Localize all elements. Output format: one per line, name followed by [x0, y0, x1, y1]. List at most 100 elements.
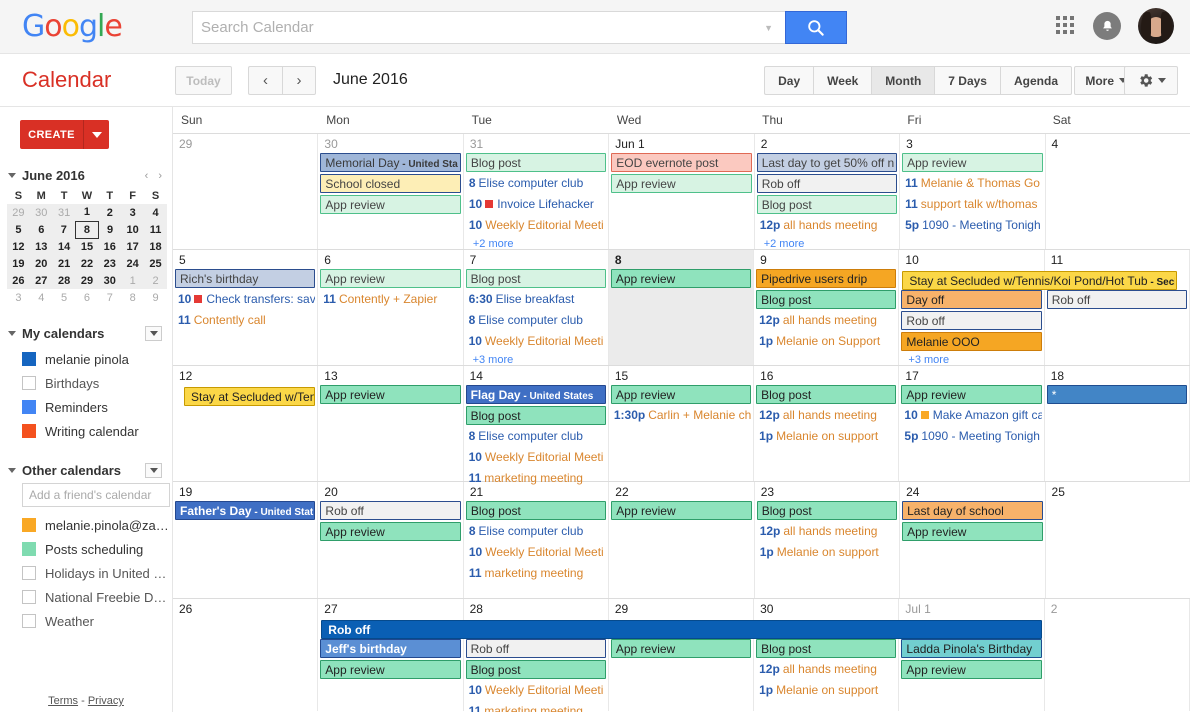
- calendar-event[interactable]: 10 Check transfers: sav: [175, 290, 315, 309]
- mini-day-31[interactable]: 31: [52, 204, 76, 221]
- calendar-color-swatch[interactable]: [22, 518, 36, 532]
- day-number[interactable]: 15: [609, 366, 753, 385]
- calendar-event[interactable]: 1p Melanie on Support: [756, 332, 896, 351]
- calendar-event[interactable]: Ladda Pinola's Birthday: [901, 639, 1042, 658]
- mini-day-8[interactable]: 8: [75, 220, 99, 239]
- mini-day-11[interactable]: 11: [144, 221, 167, 238]
- day-cell-12[interactable]: 12: [173, 366, 319, 481]
- mini-day-6[interactable]: 6: [76, 289, 99, 306]
- day-number[interactable]: 8: [609, 250, 753, 269]
- calendar-event[interactable]: 8 Elise computer club: [466, 174, 606, 193]
- mini-day-24[interactable]: 24: [121, 255, 145, 272]
- calendar-event[interactable]: Father's Day - United Stat: [175, 501, 316, 520]
- calendar-event[interactable]: App review: [320, 269, 461, 288]
- my-calendars-options-button[interactable]: [145, 326, 162, 341]
- calendar-event[interactable]: App review: [320, 195, 461, 214]
- calendar-event[interactable]: App review: [901, 660, 1042, 679]
- mini-day-13[interactable]: 13: [29, 238, 53, 255]
- mini-day-17[interactable]: 17: [121, 238, 145, 255]
- mini-day-27[interactable]: 27: [29, 272, 53, 289]
- day-number[interactable]: 3: [900, 134, 1044, 153]
- mini-day-25[interactable]: 25: [144, 255, 167, 272]
- calendar-event[interactable]: 10 Weekly Editorial Meeti: [466, 332, 606, 351]
- mini-day-2[interactable]: 2: [98, 204, 122, 221]
- calendar-event[interactable]: Blog post: [756, 639, 897, 658]
- calendar-event[interactable]: App review: [320, 522, 461, 541]
- day-number[interactable]: 30: [318, 134, 462, 153]
- mini-day-5[interactable]: 5: [53, 289, 76, 306]
- collapse-triangle-icon[interactable]: [8, 173, 16, 178]
- calendar-event[interactable]: Blog post: [465, 406, 606, 425]
- mini-day-9[interactable]: 9: [98, 221, 122, 238]
- calendar-event[interactable]: 5p 1090 - Meeting Tonigh: [901, 427, 1041, 446]
- mini-day-6[interactable]: 6: [29, 221, 53, 238]
- calendar-event[interactable]: 12p all hands meeting: [756, 311, 896, 330]
- day-number[interactable]: 2: [1045, 599, 1189, 618]
- prev-month-button[interactable]: ‹: [248, 66, 282, 95]
- day-number[interactable]: 4: [1046, 134, 1190, 153]
- calendar-event[interactable]: App review: [611, 174, 752, 193]
- mini-day-7[interactable]: 7: [98, 289, 121, 306]
- calendar-event[interactable]: 11 marketing meeting: [466, 564, 606, 583]
- mini-day-28[interactable]: 28: [52, 272, 76, 289]
- calendar-event[interactable]: App review: [610, 639, 752, 658]
- calendar-event[interactable]: 10 Weekly Editorial Meeti: [466, 448, 606, 467]
- mini-prev-button[interactable]: ‹: [145, 170, 149, 182]
- day-number[interactable]: 5: [173, 250, 317, 269]
- day-cell-2[interactable]: 2 Last day to get 50% off n Rob off Blog po…: [755, 134, 901, 250]
- calendar-event[interactable]: Rob off: [320, 501, 461, 520]
- calendar-event[interactable]: *: [1046, 385, 1187, 404]
- collapse-triangle-icon[interactable]: [8, 468, 16, 473]
- day-cell-24[interactable]: 24 Last day of school App review: [900, 482, 1046, 598]
- calendar-checkbox[interactable]: [22, 614, 36, 628]
- calendar-event[interactable]: 11 Melanie & Thomas Go: [902, 174, 1042, 193]
- calendar-event[interactable]: 1:30p Carlin + Melanie ch: [611, 406, 751, 425]
- calendar-event[interactable]: 11 Contently + Zapier: [320, 290, 460, 309]
- day-cell-Jul-1[interactable]: Jul 1 Ladda Pinola's Birthday App review: [899, 599, 1045, 711]
- calendar-event[interactable]: 12p all hands meeting: [757, 522, 897, 541]
- day-number[interactable]: 24: [900, 482, 1044, 501]
- day-cell-8[interactable]: 8 App review: [608, 250, 755, 365]
- mini-day-4[interactable]: 4: [30, 289, 53, 306]
- calendar-event[interactable]: Pipedrive users drip: [756, 269, 897, 288]
- day-cell-11[interactable]: 11 Rob off: [1045, 250, 1190, 365]
- calendar-event[interactable]: Rich's birthday: [175, 269, 316, 288]
- day-cell-6[interactable]: 6 App review 11 Contently + Zapier: [318, 250, 464, 365]
- calendar-event[interactable]: Blog post: [465, 153, 607, 172]
- day-cell-17[interactable]: 17 App review 10 Make Amazon gift ca 5p 1090 …: [899, 366, 1045, 481]
- day-cell-20[interactable]: 20 Rob off App review: [318, 482, 464, 598]
- mini-day-3[interactable]: 3: [7, 289, 30, 306]
- mini-day-16[interactable]: 16: [98, 238, 122, 255]
- search-input[interactable]: Search Calendar ▼: [192, 11, 785, 44]
- day-number[interactable]: 13: [318, 366, 462, 385]
- apps-grid-icon[interactable]: [1056, 16, 1076, 36]
- day-number[interactable]: 29: [173, 134, 317, 153]
- day-cell-21[interactable]: 21 Blog post 8 Elise computer club 10 Weekly …: [464, 482, 610, 598]
- other-calendars-options-button[interactable]: [145, 463, 162, 478]
- mini-day-20[interactable]: 20: [29, 255, 53, 272]
- day-number[interactable]: 19: [173, 482, 317, 501]
- day-cell-10[interactable]: 10 Day off Rob off Melanie OOO +3 more: [899, 250, 1045, 366]
- create-button[interactable]: CREATE: [20, 120, 109, 149]
- day-cell-19[interactable]: 19 Father's Day - United Stat: [173, 482, 319, 598]
- day-number[interactable]: 12: [173, 366, 317, 385]
- calendar-event[interactable]: Rob off: [465, 639, 606, 658]
- calendar-event[interactable]: App review: [320, 385, 461, 404]
- calendar-event[interactable]: 10 Make Amazon gift ca: [901, 406, 1041, 425]
- day-cell-16[interactable]: 16 Blog post 12p all hands meeting 1p Melanie…: [754, 366, 900, 481]
- day-number[interactable]: 9: [754, 250, 898, 269]
- calendar-list-item[interactable]: Posts scheduling: [8, 537, 172, 561]
- mini-day-7[interactable]: 7: [52, 221, 76, 238]
- calendar-event[interactable]: Jeff's birthday: [320, 639, 461, 658]
- calendar-event[interactable]: 10 Invoice Lifehacker: [466, 195, 606, 214]
- day-cell-30[interactable]: 30 Blog post 12p all hands meeting 1p Melanie…: [754, 599, 900, 711]
- calendar-event[interactable]: Last day of school: [902, 501, 1043, 520]
- calendar-event[interactable]: Memorial Day - United Sta: [320, 153, 461, 172]
- day-number[interactable]: 30: [754, 599, 898, 618]
- calendar-event[interactable]: 10 Weekly Editorial Meeti: [466, 543, 606, 562]
- day-number[interactable]: 26: [173, 599, 317, 618]
- day-cell-29[interactable]: 29: [173, 134, 319, 249]
- calendar-list-item[interactable]: Reminders: [8, 395, 172, 419]
- bell-icon[interactable]: [1093, 12, 1121, 40]
- calendar-event[interactable]: 10 Weekly Editorial Meeti: [466, 216, 606, 235]
